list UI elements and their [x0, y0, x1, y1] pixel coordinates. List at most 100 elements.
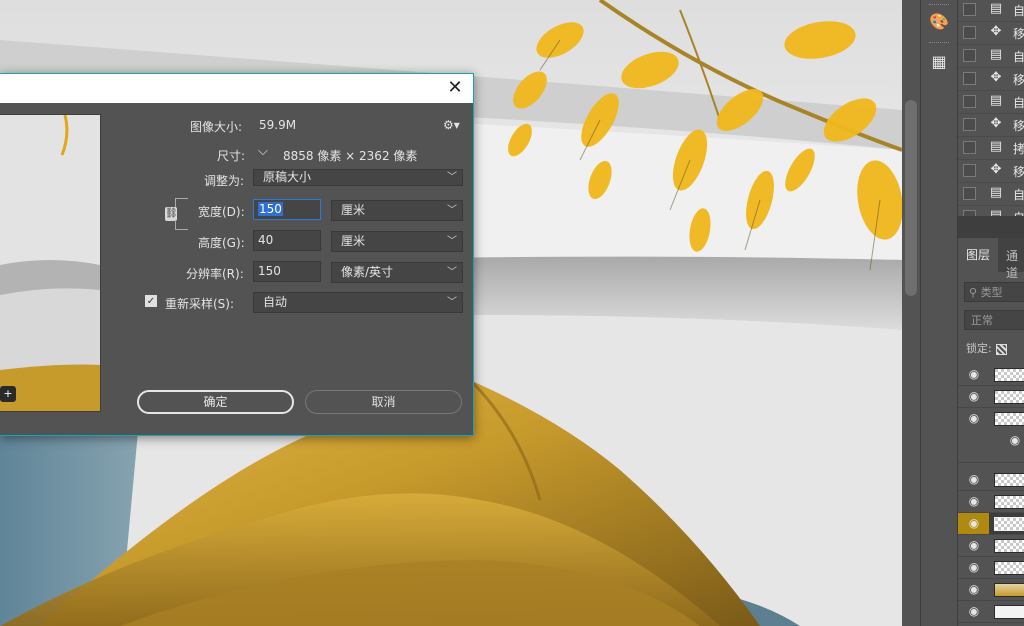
dimensions-chevron-icon[interactable]: ⌵: [258, 144, 268, 159]
history-item[interactable]: ✥ 移: [958, 67, 1024, 91]
snapshot-checkbox[interactable]: [963, 26, 976, 39]
visibility-eye-icon[interactable]: ◉: [967, 561, 981, 573]
resolution-input[interactable]: 150: [253, 261, 321, 282]
layer-row[interactable]: ◉: [958, 557, 1024, 579]
chevron-down-icon: ﹀: [447, 172, 457, 183]
fit-to-select[interactable]: 原稿大小 ﹀: [253, 169, 463, 186]
history-item[interactable]: ▤自: [958, 90, 1024, 114]
layer-thumbnail: [994, 390, 1024, 404]
visibility-eye-icon[interactable]: ◉: [967, 605, 981, 617]
snapshot-checkbox[interactable]: [963, 164, 976, 177]
grip-handle[interactable]: [929, 42, 949, 46]
resolution-unit-value: 像素/英寸: [341, 265, 394, 279]
visibility-eye-icon[interactable]: ◉: [967, 368, 981, 380]
search-icon: ⚲: [969, 286, 978, 299]
history-item-label: 自: [1013, 188, 1024, 202]
snapshot-checkbox[interactable]: [963, 95, 976, 108]
snapshot-checkbox[interactable]: [963, 141, 976, 154]
layer-row[interactable]: ◉: [958, 579, 1024, 601]
move-icon: ✥: [990, 162, 1002, 177]
layer-row[interactable]: ◉: [958, 535, 1024, 557]
resolution-unit-select[interactable]: 像素/英寸 ﹀: [331, 262, 463, 283]
chevron-down-icon: ﹀: [447, 205, 457, 216]
layer-group-row[interactable]: ◉ ◉: [958, 408, 1024, 463]
image-size-value: 59.9M: [259, 118, 297, 132]
height-value: 40: [258, 233, 274, 247]
gear-icon[interactable]: ⚙▾: [443, 118, 460, 132]
dialog-titlebar[interactable]: ✕: [0, 74, 473, 103]
document-icon: ▤: [989, 139, 1003, 154]
visibility-eye-icon[interactable]: ◉: [967, 473, 981, 485]
snapshot-checkbox[interactable]: [963, 49, 976, 62]
resample-select[interactable]: 自动 ﹀: [253, 292, 463, 313]
fit-to-label: 调整为:: [204, 174, 245, 188]
visibility-eye-icon[interactable]: ◉: [967, 495, 981, 507]
history-item[interactable]: ✥ 移: [958, 113, 1024, 137]
history-item-label: 自: [1013, 4, 1024, 18]
width-unit-select[interactable]: 厘米 ﹀: [331, 200, 463, 221]
snapshot-checkbox[interactable]: [963, 72, 976, 85]
width-input[interactable]: 150: [253, 199, 321, 220]
blend-mode-select[interactable]: 正常: [964, 310, 1024, 330]
tab-layers[interactable]: 图层: [958, 238, 998, 272]
resample-checkbox[interactable]: ✓: [145, 295, 157, 307]
resolution-label: 分辨率(R):: [186, 267, 244, 281]
panel-gap: [958, 216, 1024, 238]
history-panel: ▤自 ✥移 ▤自 ✥移 ▤自 ✥移 ▤拷 ✥移 ▤自 ▤自: [958, 0, 1024, 216]
snapshot-checkbox[interactable]: [963, 3, 976, 16]
zoom-icon[interactable]: +: [0, 386, 16, 402]
image-preview[interactable]: +: [0, 114, 101, 412]
width-unit-value: 厘米: [341, 203, 366, 217]
layer-row[interactable]: ◉: [958, 364, 1024, 386]
ok-button[interactable]: 确定: [137, 390, 294, 414]
move-icon: ✥: [990, 24, 1002, 39]
snapshot-checkbox[interactable]: [963, 118, 976, 131]
history-item-label: 自: [1013, 96, 1024, 110]
visibility-eye-icon[interactable]: ◉: [967, 583, 981, 595]
height-input[interactable]: 40: [253, 230, 321, 251]
tab-channels[interactable]: 通道: [1006, 247, 1024, 281]
palette-icon[interactable]: 🎨: [926, 8, 952, 34]
scrollbar-thumb[interactable]: [905, 100, 917, 296]
height-unit-select[interactable]: 厘米 ﹀: [331, 231, 463, 252]
visibility-eye-icon[interactable]: ◉: [967, 539, 981, 551]
visibility-eye-icon[interactable]: ◉: [967, 390, 981, 402]
history-item[interactable]: ▤ 拷: [958, 136, 1024, 160]
chevron-down-icon: ﹀: [447, 236, 457, 247]
panel-tool-strip: 🎨 ▦: [920, 0, 958, 626]
layer-row[interactable]: ◉: [958, 386, 1024, 408]
visibility-eye-icon[interactable]: ◉: [967, 412, 981, 424]
layer-thumbnail: [994, 539, 1024, 553]
canvas-vertical-scrollbar[interactable]: [902, 0, 920, 626]
lock-label: 锁定:: [966, 342, 992, 355]
cancel-button[interactable]: 取消: [305, 390, 462, 414]
layer-filter-input[interactable]: ⚲ 类型: [964, 282, 1024, 302]
history-item[interactable]: ▤自: [958, 182, 1024, 206]
preview-artwork: [0, 115, 100, 411]
image-size-label: 图像大小:: [190, 120, 243, 134]
layer-thumbnail: [994, 368, 1024, 382]
layer-row-selected[interactable]: ◉: [958, 513, 1024, 535]
history-item[interactable]: ▤自: [958, 205, 1024, 216]
lock-transparency-icon[interactable]: [995, 343, 1007, 355]
move-icon: ✥: [990, 70, 1002, 85]
history-item[interactable]: ✥ 移: [958, 21, 1024, 45]
chain-link-icon[interactable]: ⛓: [165, 207, 178, 221]
history-item-label: 移: [1013, 165, 1024, 179]
gradient-icon[interactable]: ▦: [926, 48, 952, 74]
history-item[interactable]: ✥ 移: [958, 159, 1024, 183]
history-item[interactable]: ▤自: [958, 0, 1024, 22]
snapshot-checkbox[interactable]: [963, 187, 976, 200]
document-icon: ▤: [989, 93, 1003, 108]
layer-row[interactable]: ◉: [958, 491, 1024, 513]
close-icon[interactable]: ✕: [445, 78, 465, 98]
history-item[interactable]: ▤自: [958, 44, 1024, 68]
move-icon: ✥: [990, 116, 1002, 131]
layer-row[interactable]: ◉: [958, 601, 1024, 623]
visibility-eye-icon[interactable]: ◉: [1008, 434, 1022, 446]
document-icon: ▤: [989, 1, 1003, 16]
visibility-eye-icon[interactable]: ◉: [967, 517, 981, 529]
chevron-down-icon: ﹀: [447, 297, 457, 308]
layer-row[interactable]: ◉: [958, 469, 1024, 491]
history-item-label: 移: [1013, 27, 1024, 41]
